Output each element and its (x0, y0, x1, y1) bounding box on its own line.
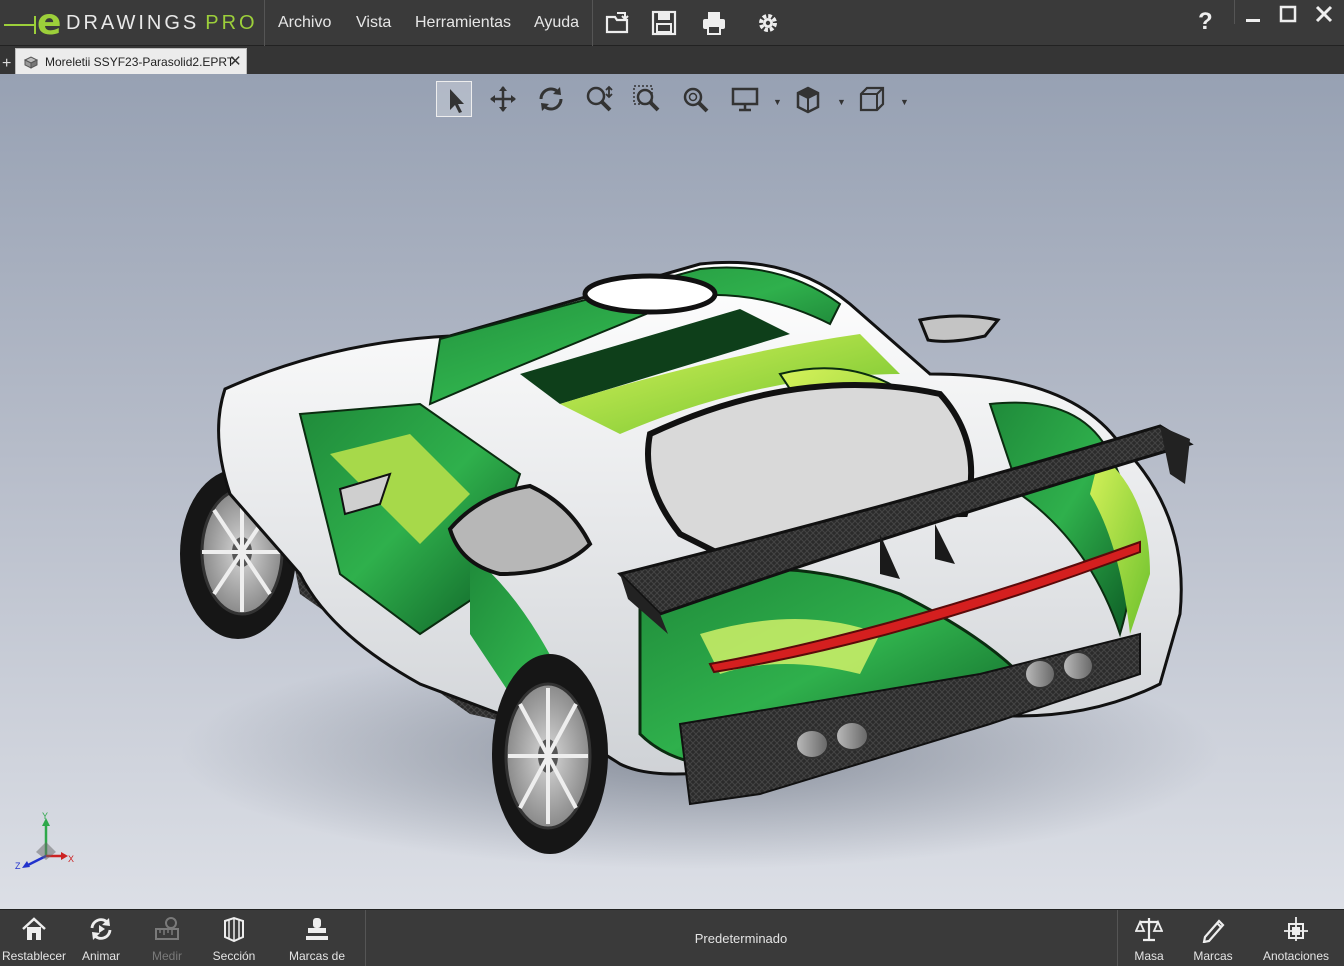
part-file-icon (23, 56, 39, 69)
view-toolbar: ▼ ▼ ▼ (434, 78, 914, 118)
3d-viewport[interactable]: ▼ ▼ ▼ Y X Z (0, 74, 1344, 909)
animate-button-label: Animar (81, 949, 120, 963)
reset-button[interactable]: Restablecer (0, 910, 68, 966)
tab-label: Moreletii SSYF23-Parasolid2.EPRT (45, 55, 235, 69)
measure-icon (155, 917, 179, 940)
maximize-button[interactable] (1272, 2, 1304, 28)
annotations-button[interactable]: Anotaciones (1256, 910, 1336, 966)
menu-ayuda[interactable]: Ayuda (534, 13, 579, 33)
triad-z-label: Z (15, 861, 21, 871)
document-tab[interactable]: Moreletii SSYF23-Parasolid2.EPRT ✕ (15, 48, 247, 74)
stamp-icon (306, 918, 328, 940)
divider (264, 0, 265, 46)
annotations-button-label: Anotaciones (1262, 949, 1330, 963)
axis-triad-icon: Y X Z (15, 812, 74, 871)
pen-icon (1202, 919, 1225, 943)
minimize-button[interactable] (1238, 2, 1270, 28)
markup-button[interactable]: Marcas (1180, 910, 1246, 966)
pan-icon[interactable] (485, 81, 521, 117)
title-bar: e DRAWINGS PRO Archivo Vista Herramientas… (0, 0, 1344, 46)
measure-button-label: Medir (151, 949, 182, 963)
standard-views-dropdown-icon[interactable]: ▼ (900, 97, 909, 107)
markup-button-label: Marcas (1193, 949, 1233, 963)
stamp-button-label: Marcas de (288, 949, 346, 963)
divider (592, 0, 593, 46)
close-button[interactable] (1308, 2, 1340, 28)
app-brand: DRAWINGS PRO (66, 12, 258, 34)
menu-archivo[interactable]: Archivo (278, 13, 331, 33)
wheel-rear-right (492, 654, 608, 854)
stamp-button[interactable]: Marcas de (268, 910, 366, 966)
zoom-to-fit-icon[interactable] (581, 81, 617, 117)
add-tab-button[interactable]: + (2, 56, 11, 72)
app-logo: e DRAWINGS PRO (4, 2, 262, 43)
zoom-icon[interactable] (677, 81, 713, 117)
brand-name: DRAWINGS (66, 12, 200, 34)
open-icon[interactable] (604, 9, 632, 37)
help-button[interactable]: ? (1198, 8, 1213, 36)
section-button[interactable]: Sección (200, 910, 268, 966)
measure-button[interactable]: Medir (134, 910, 200, 966)
select-icon[interactable] (436, 81, 472, 117)
divider (1234, 0, 1235, 24)
tab-close-icon[interactable]: ✕ (229, 52, 242, 70)
configuration-name[interactable]: Predeterminado (366, 931, 1116, 946)
car-model[interactable] (0, 74, 1344, 909)
display-style-dropdown-icon[interactable]: ▼ (773, 97, 782, 107)
annotation-icon (1284, 917, 1308, 941)
logo-e-letter: e (37, 2, 62, 43)
rotate-icon[interactable] (533, 81, 569, 117)
zoom-to-area-icon[interactable] (629, 81, 665, 117)
display-style-icon[interactable] (727, 81, 763, 117)
mass-button-label: Masa (1134, 949, 1164, 963)
brand-edition: PRO (205, 12, 258, 34)
menu-herramientas[interactable]: Herramientas (415, 13, 511, 33)
view-orientation-dropdown-icon[interactable]: ▼ (837, 97, 846, 107)
view-orientation-icon[interactable] (791, 81, 827, 117)
scale-icon (1135, 918, 1163, 942)
animate-button[interactable]: Animar (68, 910, 134, 966)
settings-icon[interactable] (754, 9, 782, 37)
triad-x-label: X (68, 854, 74, 864)
logo-arrow-bar (34, 16, 36, 34)
bottom-toolbar: Restablecer Animar Medir Sección Marcas … (0, 909, 1344, 966)
mass-button[interactable]: Masa (1118, 910, 1180, 966)
save-icon[interactable] (650, 9, 678, 37)
tab-strip: + Moreletii SSYF23-Parasolid2.EPRT ✕ (0, 46, 1344, 74)
triad-y-label: Y (42, 812, 48, 821)
standard-views-icon[interactable] (854, 81, 890, 117)
reset-button-label: Restablecer (1, 949, 67, 963)
logo-arrow-line (4, 24, 34, 26)
print-icon[interactable] (700, 9, 728, 37)
animate-icon (90, 918, 112, 940)
section-button-label: Sección (212, 949, 256, 963)
home-icon (22, 917, 46, 940)
section-icon (224, 916, 244, 943)
menu-vista[interactable]: Vista (356, 13, 391, 33)
